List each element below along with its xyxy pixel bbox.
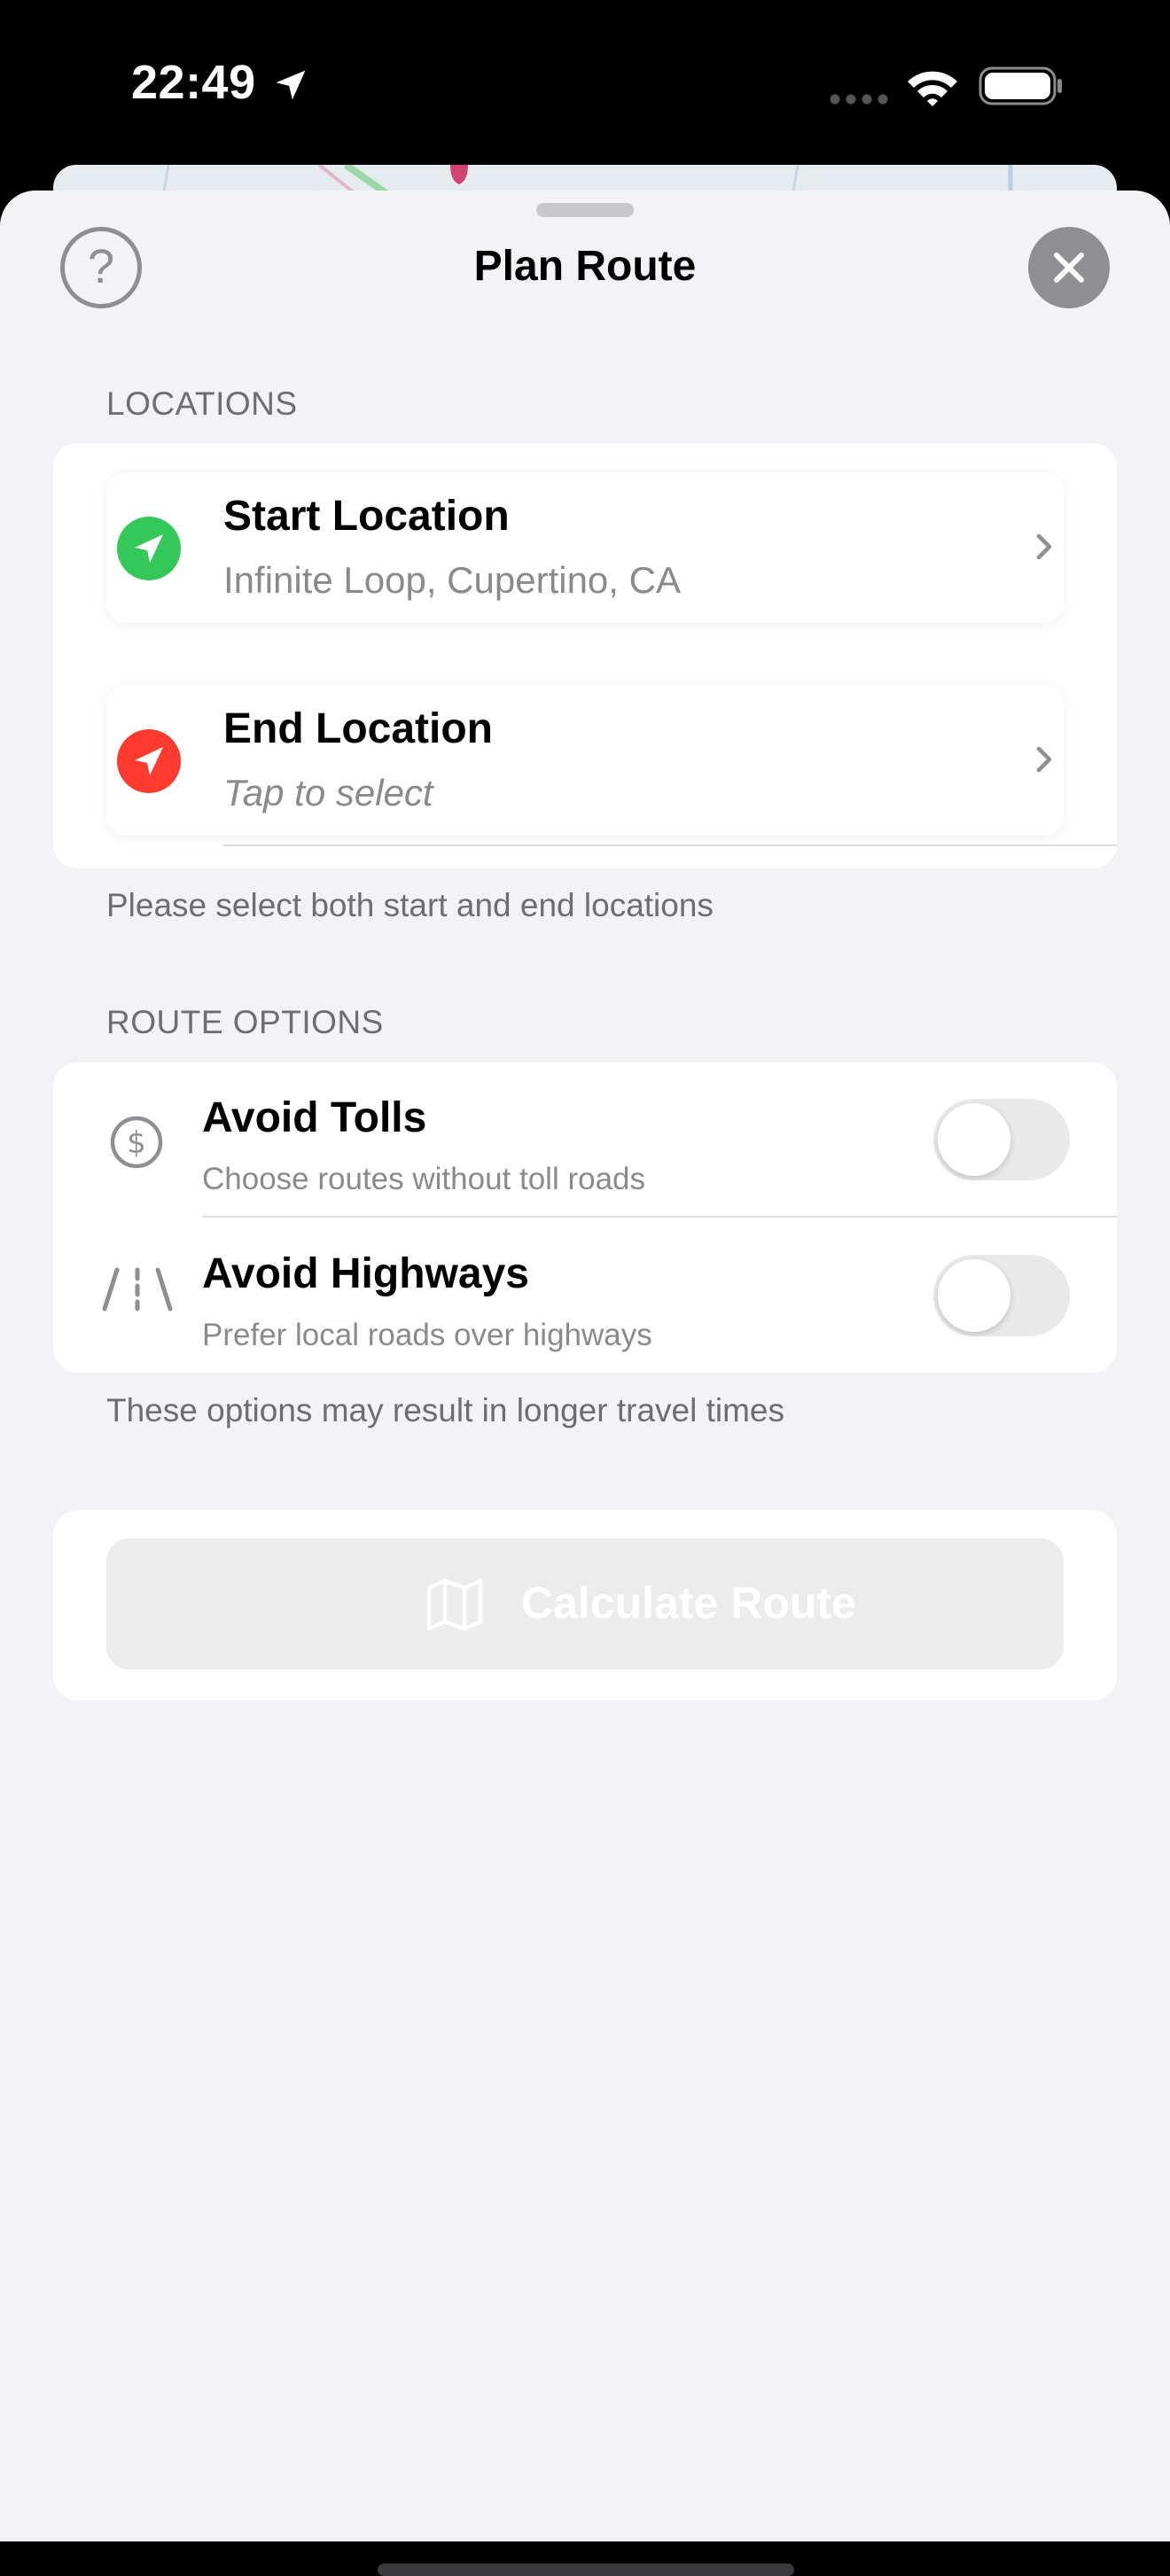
locations-header: LOCATIONS: [106, 385, 298, 422]
toggle-knob: [938, 1259, 1010, 1332]
avoid-tolls-toggle[interactable]: [933, 1099, 1070, 1180]
map-icon: [426, 1578, 483, 1631]
avoid-tolls-subtitle: Choose routes without toll roads: [202, 1162, 645, 1196]
close-button[interactable]: [1028, 227, 1110, 308]
route-options-footer: These options may result in longer trave…: [106, 1392, 785, 1428]
calculate-route-button[interactable]: Calculate Route: [106, 1538, 1064, 1669]
avoid-highways-toggle[interactable]: [933, 1255, 1070, 1336]
end-location-title: End Location: [223, 705, 493, 752]
chevron-right-icon: [1036, 533, 1052, 560]
toggle-knob: [938, 1103, 1010, 1176]
end-location-row[interactable]: End Location Tap to select: [106, 685, 1064, 836]
avoid-highways-subtitle: Prefer local roads over highways: [202, 1318, 652, 1352]
map-pin-icon: [450, 165, 468, 184]
status-time: 22:49: [131, 56, 256, 109]
avoid-highways-title: Avoid Highways: [202, 1250, 529, 1297]
svg-text:$: $: [127, 1125, 146, 1161]
locations-footer: Please select both start and end locatio…: [106, 887, 714, 923]
sheet-title: Plan Route: [473, 243, 697, 290]
road-icon: [102, 1267, 173, 1311]
start-location-title: Start Location: [223, 493, 510, 540]
start-location-row[interactable]: Start Location Infinite Loop, Cupertino,…: [106, 472, 1064, 623]
dollar-circle-icon: $: [110, 1116, 163, 1169]
chevron-right-icon: [1036, 746, 1052, 773]
route-options-card: $ Avoid Tolls Choose routes without toll…: [53, 1062, 1117, 1373]
route-options-header: ROUTE OPTIONS: [106, 1004, 384, 1040]
location-arrow-icon: [117, 729, 181, 793]
cellular-signal-icon: [830, 94, 888, 105]
location-arrow-icon: [117, 517, 181, 580]
end-location-value: Tap to select: [223, 772, 433, 813]
calculate-route-label: Calculate Route: [521, 1578, 856, 1628]
row-divider: [202, 1216, 1117, 1218]
wifi-icon: [908, 71, 957, 106]
calculate-card: Calculate Route: [53, 1510, 1117, 1700]
sheet-grabber[interactable]: [536, 203, 634, 217]
avoid-tolls-title: Avoid Tolls: [202, 1094, 427, 1141]
location-services-icon: [276, 70, 306, 100]
home-indicator: [378, 2564, 794, 2576]
start-location-value: Infinite Loop, Cupertino, CA: [223, 559, 681, 601]
row-divider: [223, 844, 1117, 846]
locations-card: Start Location Infinite Loop, Cupertino,…: [53, 443, 1117, 868]
close-icon: [1054, 253, 1084, 283]
battery-icon: [979, 66, 1062, 105]
status-bar: 22:49: [0, 0, 1170, 168]
plan-route-sheet: ? Plan Route LOCATIONS Start Location In…: [0, 191, 1170, 2576]
